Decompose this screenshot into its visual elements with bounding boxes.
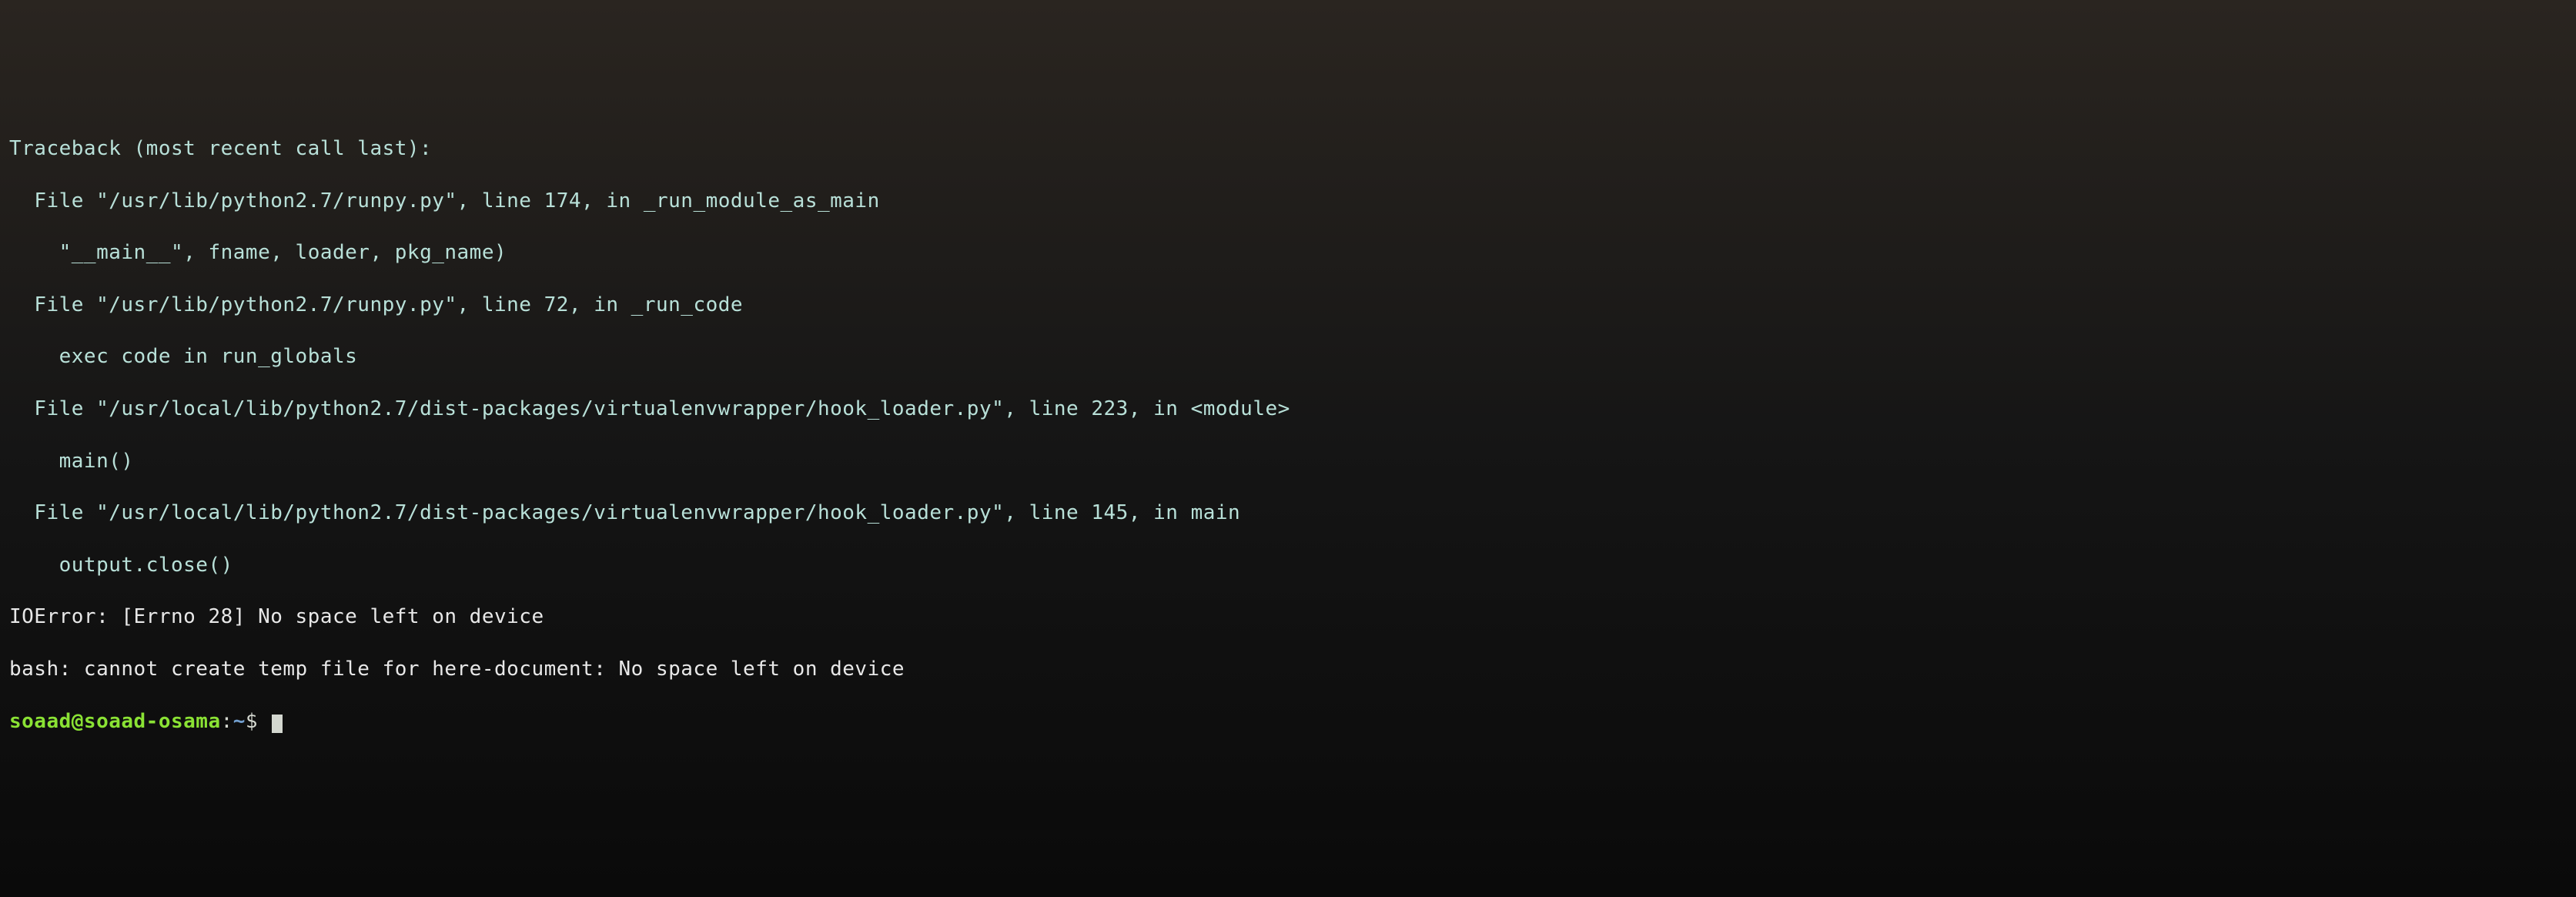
traceback-frame-file: File "/usr/lib/python2.7/runpy.py", line… bbox=[9, 293, 2567, 319]
shell-prompt[interactable]: soaad@soaad-osama:~$ bbox=[9, 709, 2567, 735]
traceback-error: IOError: [Errno 28] No space left on dev… bbox=[9, 604, 2567, 631]
traceback-frame-file: File "/usr/local/lib/python2.7/dist-pack… bbox=[9, 397, 2567, 423]
terminal-cursor bbox=[272, 715, 283, 733]
traceback-frame-code: "__main__", fname, loader, pkg_name) bbox=[9, 240, 2567, 266]
traceback-frame-file: File "/usr/local/lib/python2.7/dist-pack… bbox=[9, 500, 2567, 527]
prompt-symbol: $ bbox=[246, 710, 258, 733]
traceback-frame-code: exec code in run_globals bbox=[9, 344, 2567, 370]
traceback-frame-file: File "/usr/lib/python2.7/runpy.py", line… bbox=[9, 189, 2567, 215]
traceback-frame-code: main() bbox=[9, 449, 2567, 475]
terminal-output[interactable]: Traceback (most recent call last): File … bbox=[9, 110, 2567, 761]
prompt-separator: : bbox=[221, 710, 233, 733]
traceback-frame-code: output.close() bbox=[9, 553, 2567, 579]
prompt-path: ~ bbox=[233, 710, 246, 733]
prompt-user-host: soaad@soaad-osama bbox=[9, 710, 221, 733]
bash-error: bash: cannot create temp file for here-d… bbox=[9, 657, 2567, 683]
traceback-header: Traceback (most recent call last): bbox=[9, 136, 2567, 162]
